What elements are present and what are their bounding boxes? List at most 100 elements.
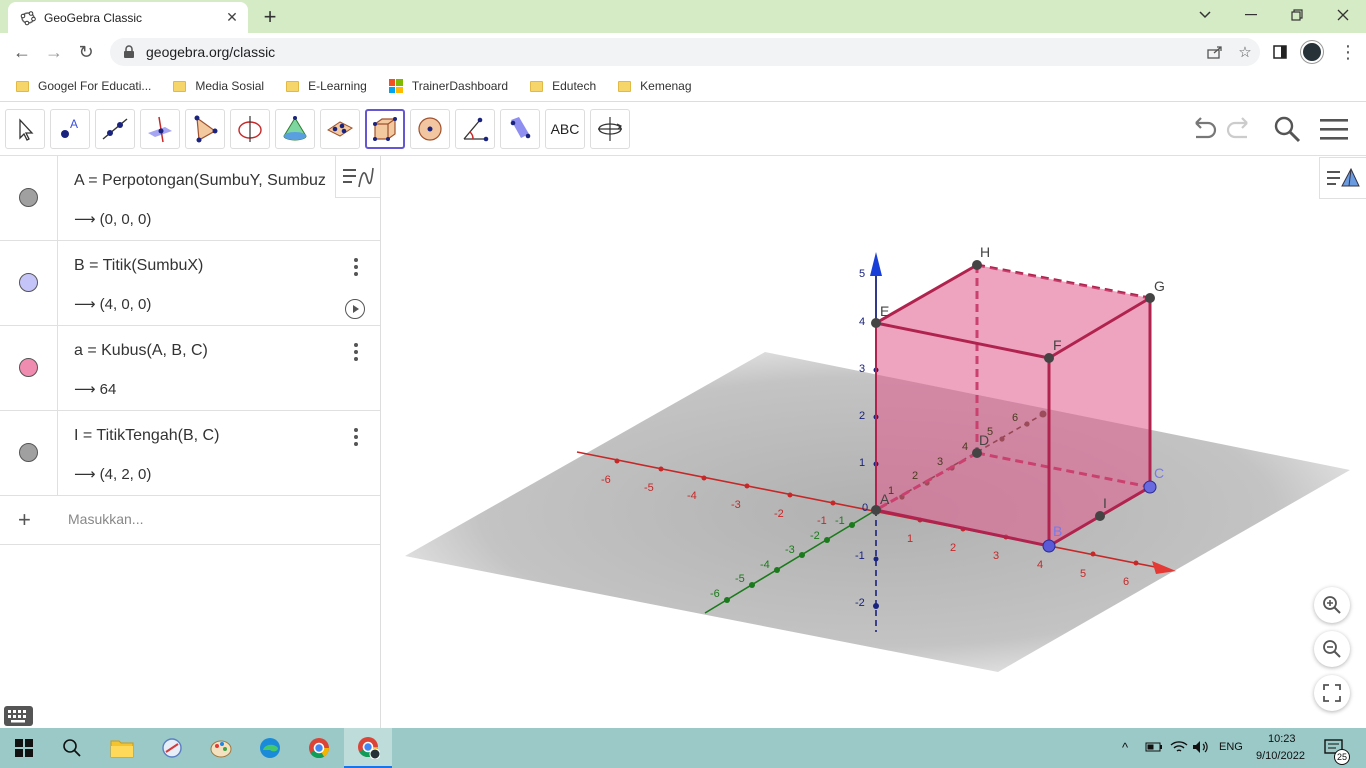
snipping-tool-icon[interactable] — [148, 728, 196, 768]
sphere-tool[interactable] — [410, 109, 450, 149]
row-menu-icon[interactable] — [350, 342, 362, 362]
browser-tab[interactable]: GeoGebra Classic ✕ — [8, 2, 248, 33]
x-tick-label: 5 — [1080, 568, 1086, 580]
polygon-tool[interactable] — [185, 109, 225, 149]
point-F[interactable] — [1044, 353, 1054, 363]
bookmark-media-sosial[interactable]: Media Sosial — [173, 79, 264, 93]
close-tab-icon[interactable]: ✕ — [222, 9, 242, 26]
algebra-value: ⟶ 64 — [74, 381, 117, 398]
battery-icon[interactable] — [1145, 741, 1163, 756]
algebra-definition[interactable]: a = Kubus(A, B, C) — [74, 342, 336, 360]
algebra-input-row[interactable]: + Masukkan... — [0, 496, 380, 545]
visibility-marble[interactable] — [19, 188, 38, 207]
bookmark-trainer-dashboard[interactable]: TrainerDashboard — [388, 79, 508, 93]
style-bar-icon — [343, 167, 374, 187]
algebra-row-A[interactable]: A = Perpotongan(SumbuY, Sumbuz ⟶ (0, 0, … — [0, 156, 380, 241]
folder-icon — [530, 80, 544, 92]
angle-tool[interactable] — [455, 109, 495, 149]
graphics-style-bar-toggle[interactable] — [1319, 157, 1366, 199]
file-explorer-icon[interactable] — [98, 728, 146, 768]
point-E[interactable] — [871, 318, 881, 328]
plane-through-points-tool[interactable] — [320, 109, 360, 149]
point-tool[interactable]: A — [50, 109, 90, 149]
forward-icon[interactable]: → — [42, 41, 66, 63]
wifi-icon[interactable] — [1170, 740, 1188, 757]
tray-expand-icon[interactable]: ^ — [1122, 740, 1128, 755]
redo-icon[interactable] — [1223, 113, 1257, 145]
minimize-icon[interactable] — [1228, 0, 1274, 30]
bookmark-googel[interactable]: Googel For Educati... — [16, 79, 151, 93]
paint-icon[interactable] — [197, 728, 245, 768]
visibility-marble[interactable] — [19, 443, 38, 462]
geogebra-favicon-icon — [20, 10, 36, 25]
clock-date[interactable]: 9/10/2022 — [1256, 750, 1305, 762]
x-tick-label: 2 — [950, 542, 956, 554]
point-B[interactable] — [1042, 539, 1056, 553]
reflect-tool[interactable] — [500, 109, 540, 149]
chrome-profile-icon[interactable] — [344, 728, 392, 768]
point-H[interactable] — [972, 260, 982, 270]
windows-search-icon[interactable] — [48, 728, 96, 768]
x-tick-label: -5 — [644, 482, 654, 494]
perpendicular-tool[interactable] — [140, 109, 180, 149]
play-animation-icon[interactable] — [345, 299, 365, 319]
algebra-style-bar-toggle[interactable] — [335, 156, 380, 198]
point-C[interactable] — [1143, 480, 1157, 494]
algebra-input[interactable]: Masukkan... — [68, 511, 143, 527]
graphics-3d-view[interactable]: -6 -5 -4 -3 -2 -1 1 2 3 4 5 6 -6 -5 -4 -… — [388, 156, 1366, 728]
side-panel-icon[interactable] — [1268, 41, 1292, 63]
bookmark-star-icon[interactable]: ☆ — [1230, 38, 1260, 66]
address-bar[interactable]: geogebra.org/classic ☆ — [110, 38, 1260, 66]
reload-icon[interactable]: ↻ — [74, 41, 98, 63]
circle-axis-tool[interactable] — [230, 109, 270, 149]
browser-menu-icon[interactable]: ⋮ — [1336, 41, 1360, 63]
windows-start-icon[interactable] — [0, 728, 48, 768]
visibility-marble[interactable] — [19, 358, 38, 377]
main-menu-icon[interactable] — [1317, 113, 1351, 145]
algebra-row-B[interactable]: B = Titik(SumbuX) ⟶ (4, 0, 0) — [0, 241, 380, 326]
edge-browser-icon[interactable] — [246, 728, 294, 768]
fullscreen-button[interactable] — [1314, 675, 1350, 711]
volume-icon[interactable] — [1192, 740, 1210, 757]
graphics-3d-canvas[interactable]: -6 -5 -4 -3 -2 -1 1 2 3 4 5 6 -6 -5 -4 -… — [388, 156, 1366, 728]
close-window-icon[interactable] — [1320, 0, 1366, 30]
language-indicator[interactable]: ENG — [1219, 741, 1243, 753]
tab-search-icon[interactable] — [1182, 0, 1228, 30]
algebra-definition[interactable]: A = Perpotongan(SumbuY, Sumbuz — [74, 172, 336, 190]
keyboard-icon[interactable] — [4, 706, 33, 726]
cube-tool[interactable] — [365, 109, 405, 149]
zoom-in-button[interactable] — [1314, 587, 1350, 623]
algebra-row-a[interactable]: a = Kubus(A, B, C) ⟶ 64 — [0, 326, 380, 411]
search-icon[interactable] — [1270, 113, 1304, 145]
rotate-view-tool[interactable] — [590, 109, 630, 149]
point-I[interactable] — [1095, 511, 1105, 521]
point-G[interactable] — [1145, 293, 1155, 303]
algebra-definition[interactable]: B = Titik(SumbuX) — [74, 257, 336, 275]
move-tool[interactable] — [5, 109, 45, 149]
line-tool[interactable] — [95, 109, 135, 149]
row-menu-icon[interactable] — [350, 257, 362, 277]
algebra-row-I[interactable]: I = TitikTengah(B, C) ⟶ (4, 2, 0) — [0, 411, 380, 496]
bookmark-edutech[interactable]: Edutech — [530, 79, 596, 93]
back-icon[interactable]: ← — [10, 41, 34, 63]
zoom-out-button[interactable] — [1314, 631, 1350, 667]
restore-icon[interactable] — [1274, 0, 1320, 30]
text-tool[interactable]: ABC — [545, 109, 585, 149]
point-D[interactable] — [972, 448, 982, 458]
label-I: I — [1103, 495, 1107, 511]
z-tick-label: -1 — [855, 550, 865, 562]
undo-icon[interactable] — [1186, 113, 1220, 145]
new-tab-icon[interactable]: + — [258, 4, 282, 30]
visibility-marble[interactable] — [19, 273, 38, 292]
row-menu-icon[interactable] — [350, 427, 362, 447]
bookmark-kemenag[interactable]: Kemenag — [618, 79, 692, 93]
algebra-definition[interactable]: I = TitikTengah(B, C) — [74, 427, 336, 445]
cone-tool[interactable] — [275, 109, 315, 149]
share-icon[interactable] — [1200, 38, 1230, 66]
bookmark-e-learning[interactable]: E-Learning — [286, 79, 367, 93]
chrome-icon[interactable] — [295, 728, 343, 768]
clock-time[interactable]: 10:23 — [1268, 733, 1296, 745]
profile-avatar[interactable] — [1301, 41, 1323, 63]
cone-icon — [283, 116, 307, 141]
add-item-icon[interactable]: + — [18, 507, 31, 533]
